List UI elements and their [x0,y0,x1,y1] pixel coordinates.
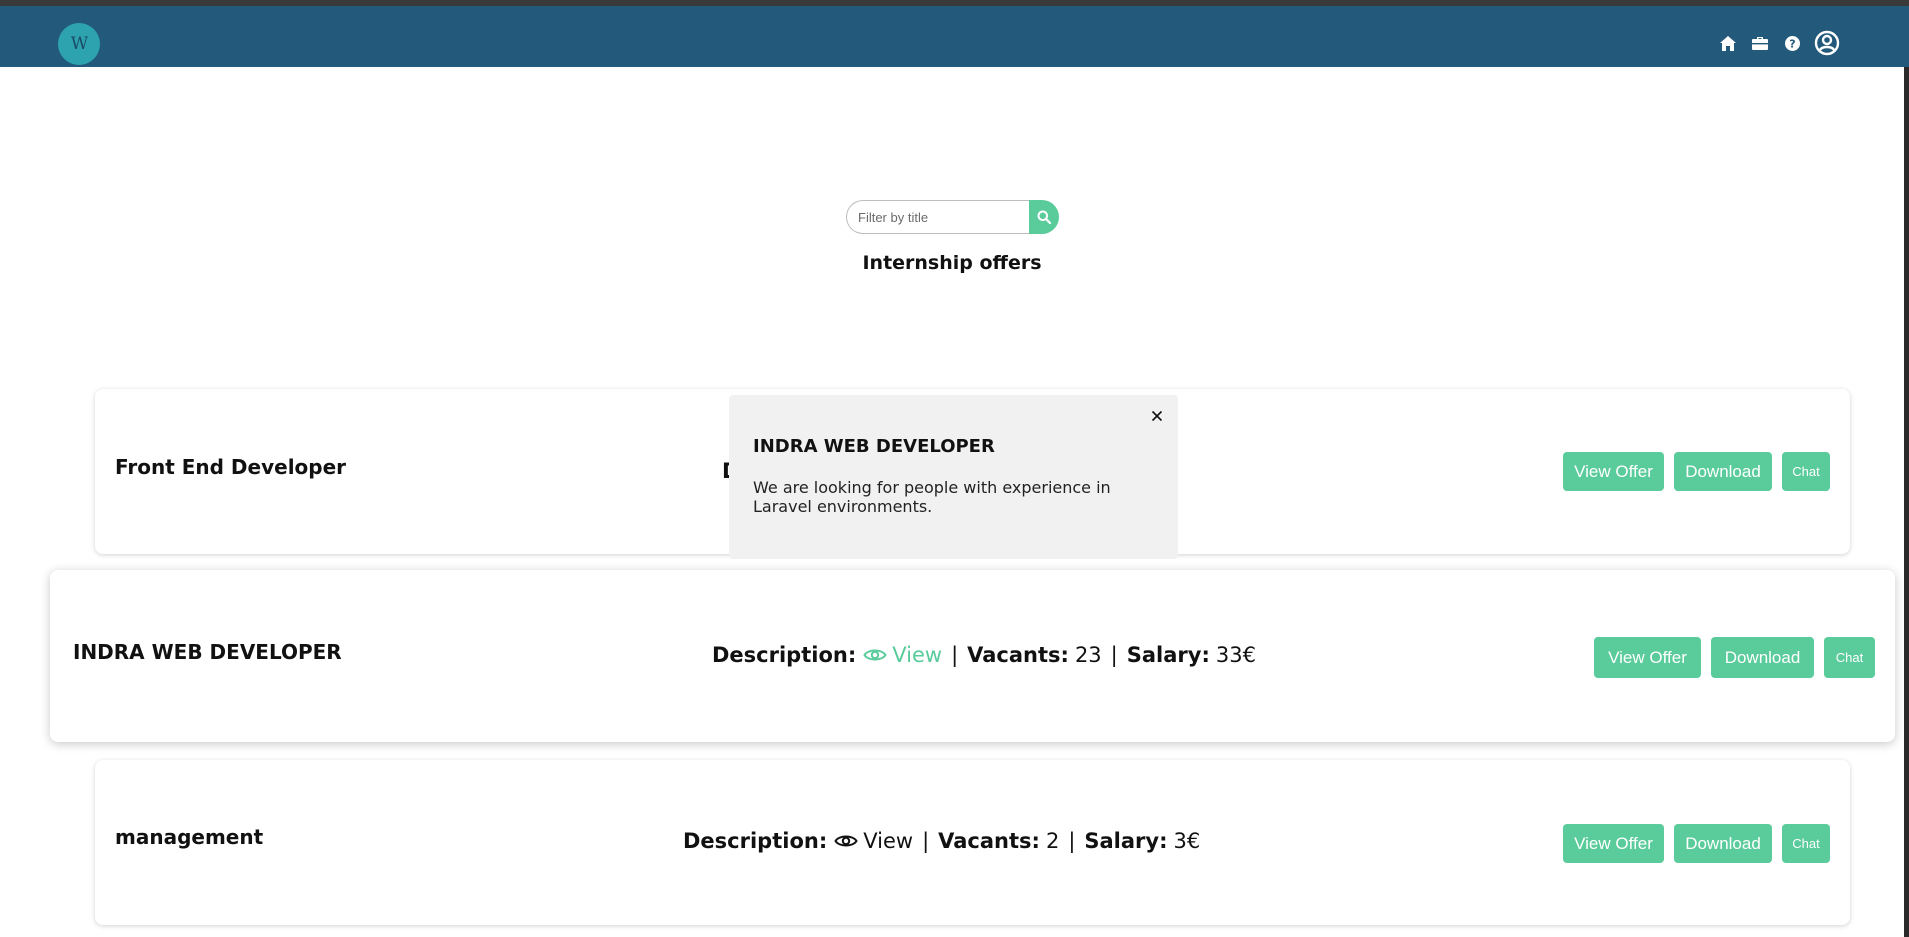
vacants-value: 23 [1074,643,1102,667]
search-bar [846,200,1059,234]
view-offer-button[interactable]: View Offer [1563,452,1664,491]
user-icon[interactable] [1814,30,1840,56]
logo[interactable]: W [58,23,100,65]
separator: | [1068,829,1076,853]
logo-text: W [70,34,89,54]
help-icon[interactable]: ? [1782,33,1802,53]
description-popover: INDRA WEB DEVELOPER We are looking for p… [729,395,1178,559]
search-button[interactable] [1029,200,1059,234]
vacants-value: 2 [1045,829,1060,853]
popover-title: INDRA WEB DEVELOPER [753,436,995,457]
download-button[interactable]: Download [1674,824,1772,863]
eye-icon[interactable] [863,647,887,663]
separator: | [951,643,959,667]
briefcase-icon[interactable] [1750,33,1770,53]
offer-meta: Description: View | Vacants: 23 | Salary… [712,643,1256,667]
offer-meta: Description: View | Vacants: 2 | Salary:… [683,829,1200,853]
nav-icons: ? [1718,30,1840,56]
description-label: Description: [712,643,857,667]
offer-title: INDRA WEB DEVELOPER [73,640,342,664]
offer-actions: View Offer Download Chat [1563,824,1830,863]
download-button[interactable]: Download [1711,637,1814,678]
scrollbar-thumb[interactable] [1904,6,1909,67]
download-button[interactable]: Download [1674,452,1772,491]
separator: | [1110,643,1118,667]
view-description-link[interactable]: View [863,829,913,853]
offer-title: management [115,825,264,849]
view-offer-button[interactable]: View Offer [1594,637,1701,678]
vacants-label: Vacants: [967,643,1069,667]
navbar: W ? [0,6,1904,67]
search-icon [1037,210,1051,224]
salary-value: 33€ [1215,643,1256,667]
salary-label: Salary: [1126,643,1210,667]
home-icon[interactable] [1718,33,1738,53]
chat-button[interactable]: Chat [1824,637,1875,678]
offer-card: management Description: View | Vacants: … [95,760,1850,925]
chat-button[interactable]: Chat [1782,824,1830,863]
page-title: Internship offers [862,252,1042,274]
offer-actions: View Offer Download Chat [1594,637,1875,678]
close-icon[interactable] [1148,407,1166,425]
view-offer-button[interactable]: View Offer [1563,824,1664,863]
scrollbar[interactable] [1904,6,1909,937]
svg-text:?: ? [1789,37,1795,50]
vacants-label: Vacants: [938,829,1040,853]
offer-card: INDRA WEB DEVELOPER Description: View | … [50,570,1895,742]
chat-button[interactable]: Chat [1782,452,1830,491]
offer-actions: View Offer Download Chat [1563,452,1830,491]
salary-label: Salary: [1084,829,1168,853]
salary-value: 3€ [1173,829,1201,853]
description-label: Description: [683,829,828,853]
view-description-link[interactable]: View [892,643,942,667]
eye-icon[interactable] [834,833,858,849]
popover-body: We are looking for people with experienc… [753,478,1111,516]
separator: | [922,829,930,853]
search-input[interactable] [846,200,1032,234]
offer-title: Front End Developer [115,455,347,479]
